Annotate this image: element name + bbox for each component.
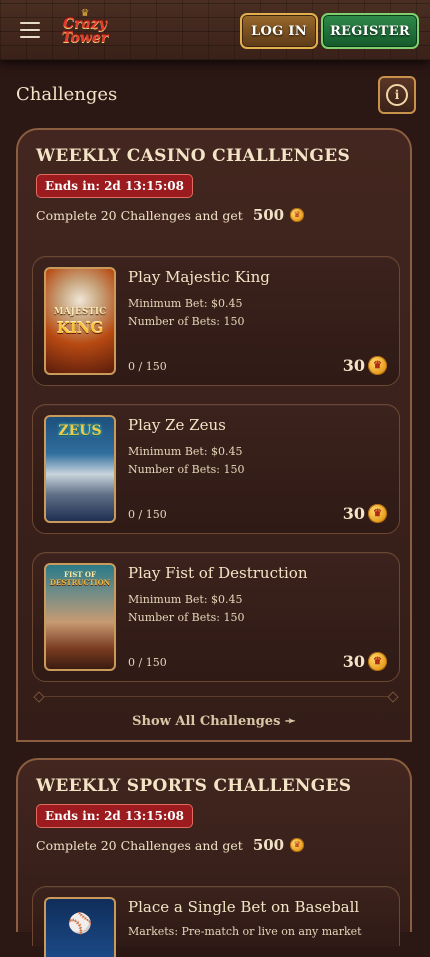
- challenge-num-bets: Number of Bets: 150: [128, 315, 245, 328]
- challenge-progress: 0 / 150: [128, 656, 167, 669]
- challenge-reward: 30 ♛: [343, 652, 387, 671]
- weekly-casino-challenges-panel: WEEKLY CASINO CHALLENGES Ends in: 2d 13:…: [16, 128, 412, 742]
- section-divider: [38, 696, 394, 697]
- info-icon: i: [386, 84, 408, 106]
- challenge-title: Play Majestic King: [128, 268, 270, 286]
- info-button[interactable]: i: [378, 76, 416, 114]
- baseball-bat-icon: ⚾: [67, 911, 93, 935]
- challenge-reward: 30 ♛: [343, 356, 387, 375]
- login-button[interactable]: LOG IN: [240, 13, 318, 49]
- hamburger-menu-icon[interactable]: [20, 22, 40, 38]
- challenge-min-bet: Minimum Bet: $0.45: [128, 297, 243, 310]
- challenge-title: Play Fist of Destruction: [128, 564, 308, 582]
- weekly-sports-challenges-panel: WEEKLY SPORTS CHALLENGES Ends in: 2d 13:…: [16, 758, 412, 957]
- page-title: Challenges: [16, 84, 118, 105]
- game-thumbnail-fist-of-destruction[interactable]: FIST OF DESTRUCTION: [44, 563, 116, 671]
- reward-amount: 500: [252, 206, 285, 224]
- challenge-num-bets: Number of Bets: 150: [128, 611, 245, 624]
- reward-amount: 500: [252, 836, 285, 854]
- crown-coin-icon: ♛: [368, 356, 387, 375]
- challenge-title: Place a Single Bet on Baseball: [128, 898, 360, 916]
- reward-summary: Complete 20 Challenges and get 500 ♛: [36, 206, 305, 224]
- reward-text: Complete 20 Challenges and get: [36, 837, 243, 853]
- register-button[interactable]: REGISTER: [321, 13, 419, 49]
- challenge-progress: 0 / 150: [128, 508, 167, 521]
- game-thumbnail-ze-zeus[interactable]: ZEUS: [44, 415, 116, 523]
- reward-summary: Complete 20 Challenges and get 500 ♛: [36, 836, 305, 854]
- challenge-card-ze-zeus[interactable]: ZEUS Play Ze Zeus Minimum Bet: $0.45 Num…: [32, 404, 400, 534]
- challenge-progress: 0 / 150: [128, 360, 167, 373]
- challenge-min-bet: Minimum Bet: $0.45: [128, 445, 243, 458]
- challenge-reward: 30 ♛: [343, 504, 387, 523]
- challenge-card-baseball-single-bet[interactable]: ⚾ Place a Single Bet on Baseball Markets…: [32, 886, 400, 957]
- challenge-title: Play Ze Zeus: [128, 416, 226, 434]
- challenge-min-bet: Minimum Bet: $0.45: [128, 593, 243, 606]
- crown-coin-icon: ♛: [368, 504, 387, 523]
- countdown-badge: Ends in: 2d 13:15:08: [36, 174, 193, 198]
- challenge-card-fist-of-destruction[interactable]: FIST OF DESTRUCTION Play Fist of Destruc…: [32, 552, 400, 682]
- top-header: ♛ Crazy Tower LOG IN REGISTER: [0, 0, 430, 60]
- game-thumbnail-majestic-king[interactable]: MAJESTIC KING: [44, 267, 116, 375]
- crazy-tower-logo[interactable]: ♛ Crazy Tower: [60, 9, 110, 51]
- sport-thumbnail-baseball[interactable]: ⚾: [44, 897, 116, 957]
- section-title: WEEKLY CASINO CHALLENGES: [36, 146, 351, 166]
- show-all-challenges-link[interactable]: Show All Challenges ➛: [18, 714, 410, 729]
- challenge-num-bets: Number of Bets: 150: [128, 463, 245, 476]
- crown-coin-icon: ♛: [368, 652, 387, 671]
- crown-coin-icon: ♛: [290, 838, 305, 852]
- challenge-card-majestic-king[interactable]: MAJESTIC KING Play Majestic King Minimum…: [32, 256, 400, 386]
- crown-coin-icon: ♛: [290, 208, 305, 222]
- section-title: WEEKLY SPORTS CHALLENGES: [36, 776, 352, 796]
- reward-text: Complete 20 Challenges and get: [36, 207, 243, 223]
- countdown-badge: Ends in: 2d 13:15:08: [36, 804, 193, 828]
